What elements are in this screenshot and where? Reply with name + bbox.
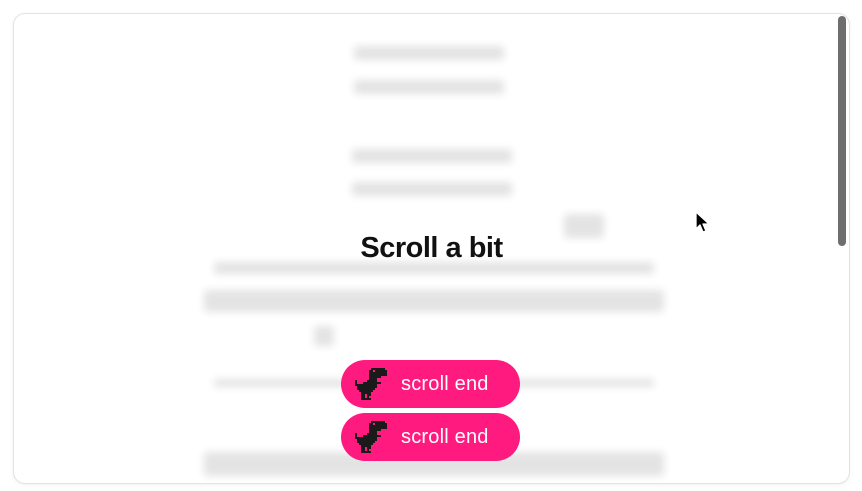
mouse-pointer-icon xyxy=(695,211,710,233)
scroll-end-label: scroll end xyxy=(401,425,489,448)
scroll-end-button[interactable]: scroll end xyxy=(341,413,520,461)
vertical-scrollbar-thumb[interactable] xyxy=(838,16,846,246)
page-title: Scroll a bit xyxy=(360,232,503,264)
viewport-frame: Scroll a bit scroll end scroll end xyxy=(13,13,850,484)
dino-icon xyxy=(355,368,387,400)
scroll-end-label: scroll end xyxy=(401,372,489,395)
dino-icon xyxy=(355,421,387,453)
scroll-end-button[interactable]: scroll end xyxy=(341,360,520,408)
